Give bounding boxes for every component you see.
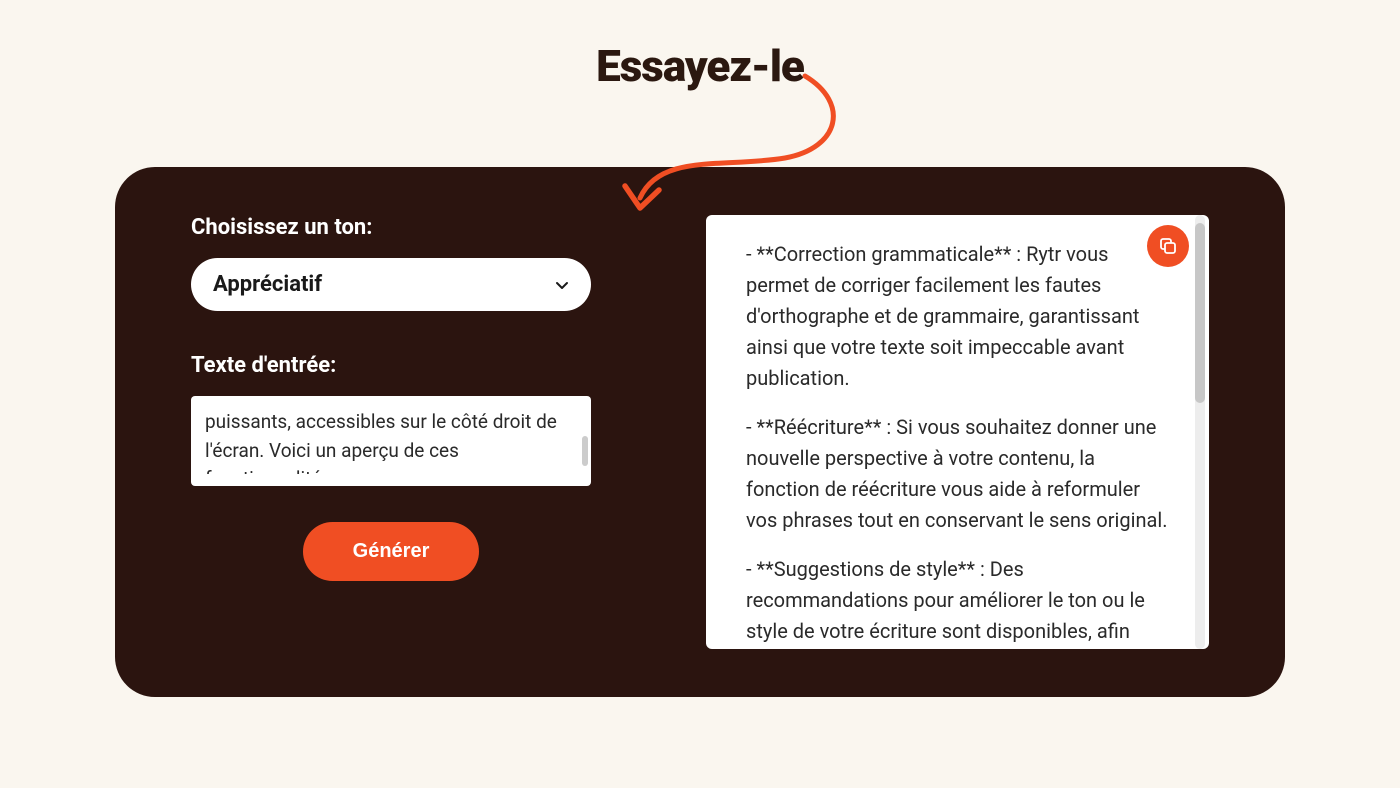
generate-button[interactable]: Générer bbox=[303, 522, 480, 581]
copy-icon bbox=[1158, 236, 1178, 256]
output-text: - **Correction grammaticale** : Rytr vou… bbox=[746, 239, 1169, 647]
input-textarea[interactable] bbox=[205, 408, 577, 474]
textarea-scrollbar[interactable] bbox=[582, 436, 588, 466]
form-column: Choisissez un ton: Appréciatif Texte d'e… bbox=[191, 215, 591, 649]
copy-button[interactable] bbox=[1147, 225, 1189, 267]
output-paragraph: - **Réécriture** : Si vous souhaitez don… bbox=[746, 412, 1169, 536]
chevron-down-icon bbox=[555, 278, 569, 292]
tone-label: Choisissez un ton: bbox=[191, 215, 591, 240]
input-label: Texte d'entrée: bbox=[191, 353, 591, 378]
tone-select[interactable]: Appréciatif bbox=[191, 258, 591, 311]
output-panel: - **Correction grammaticale** : Rytr vou… bbox=[706, 215, 1209, 649]
input-textarea-wrap bbox=[191, 396, 591, 486]
output-scrollbar[interactable] bbox=[1195, 223, 1205, 403]
arrow-decoration-icon bbox=[615, 68, 855, 228]
main-panel: Choisissez un ton: Appréciatif Texte d'e… bbox=[115, 167, 1285, 697]
header: Essayez-le bbox=[0, 0, 1400, 92]
output-paragraph: - **Suggestions de style** : Des recomma… bbox=[746, 554, 1169, 647]
output-paragraph: - **Correction grammaticale** : Rytr vou… bbox=[746, 239, 1169, 394]
tone-select-value: Appréciatif bbox=[213, 272, 322, 297]
